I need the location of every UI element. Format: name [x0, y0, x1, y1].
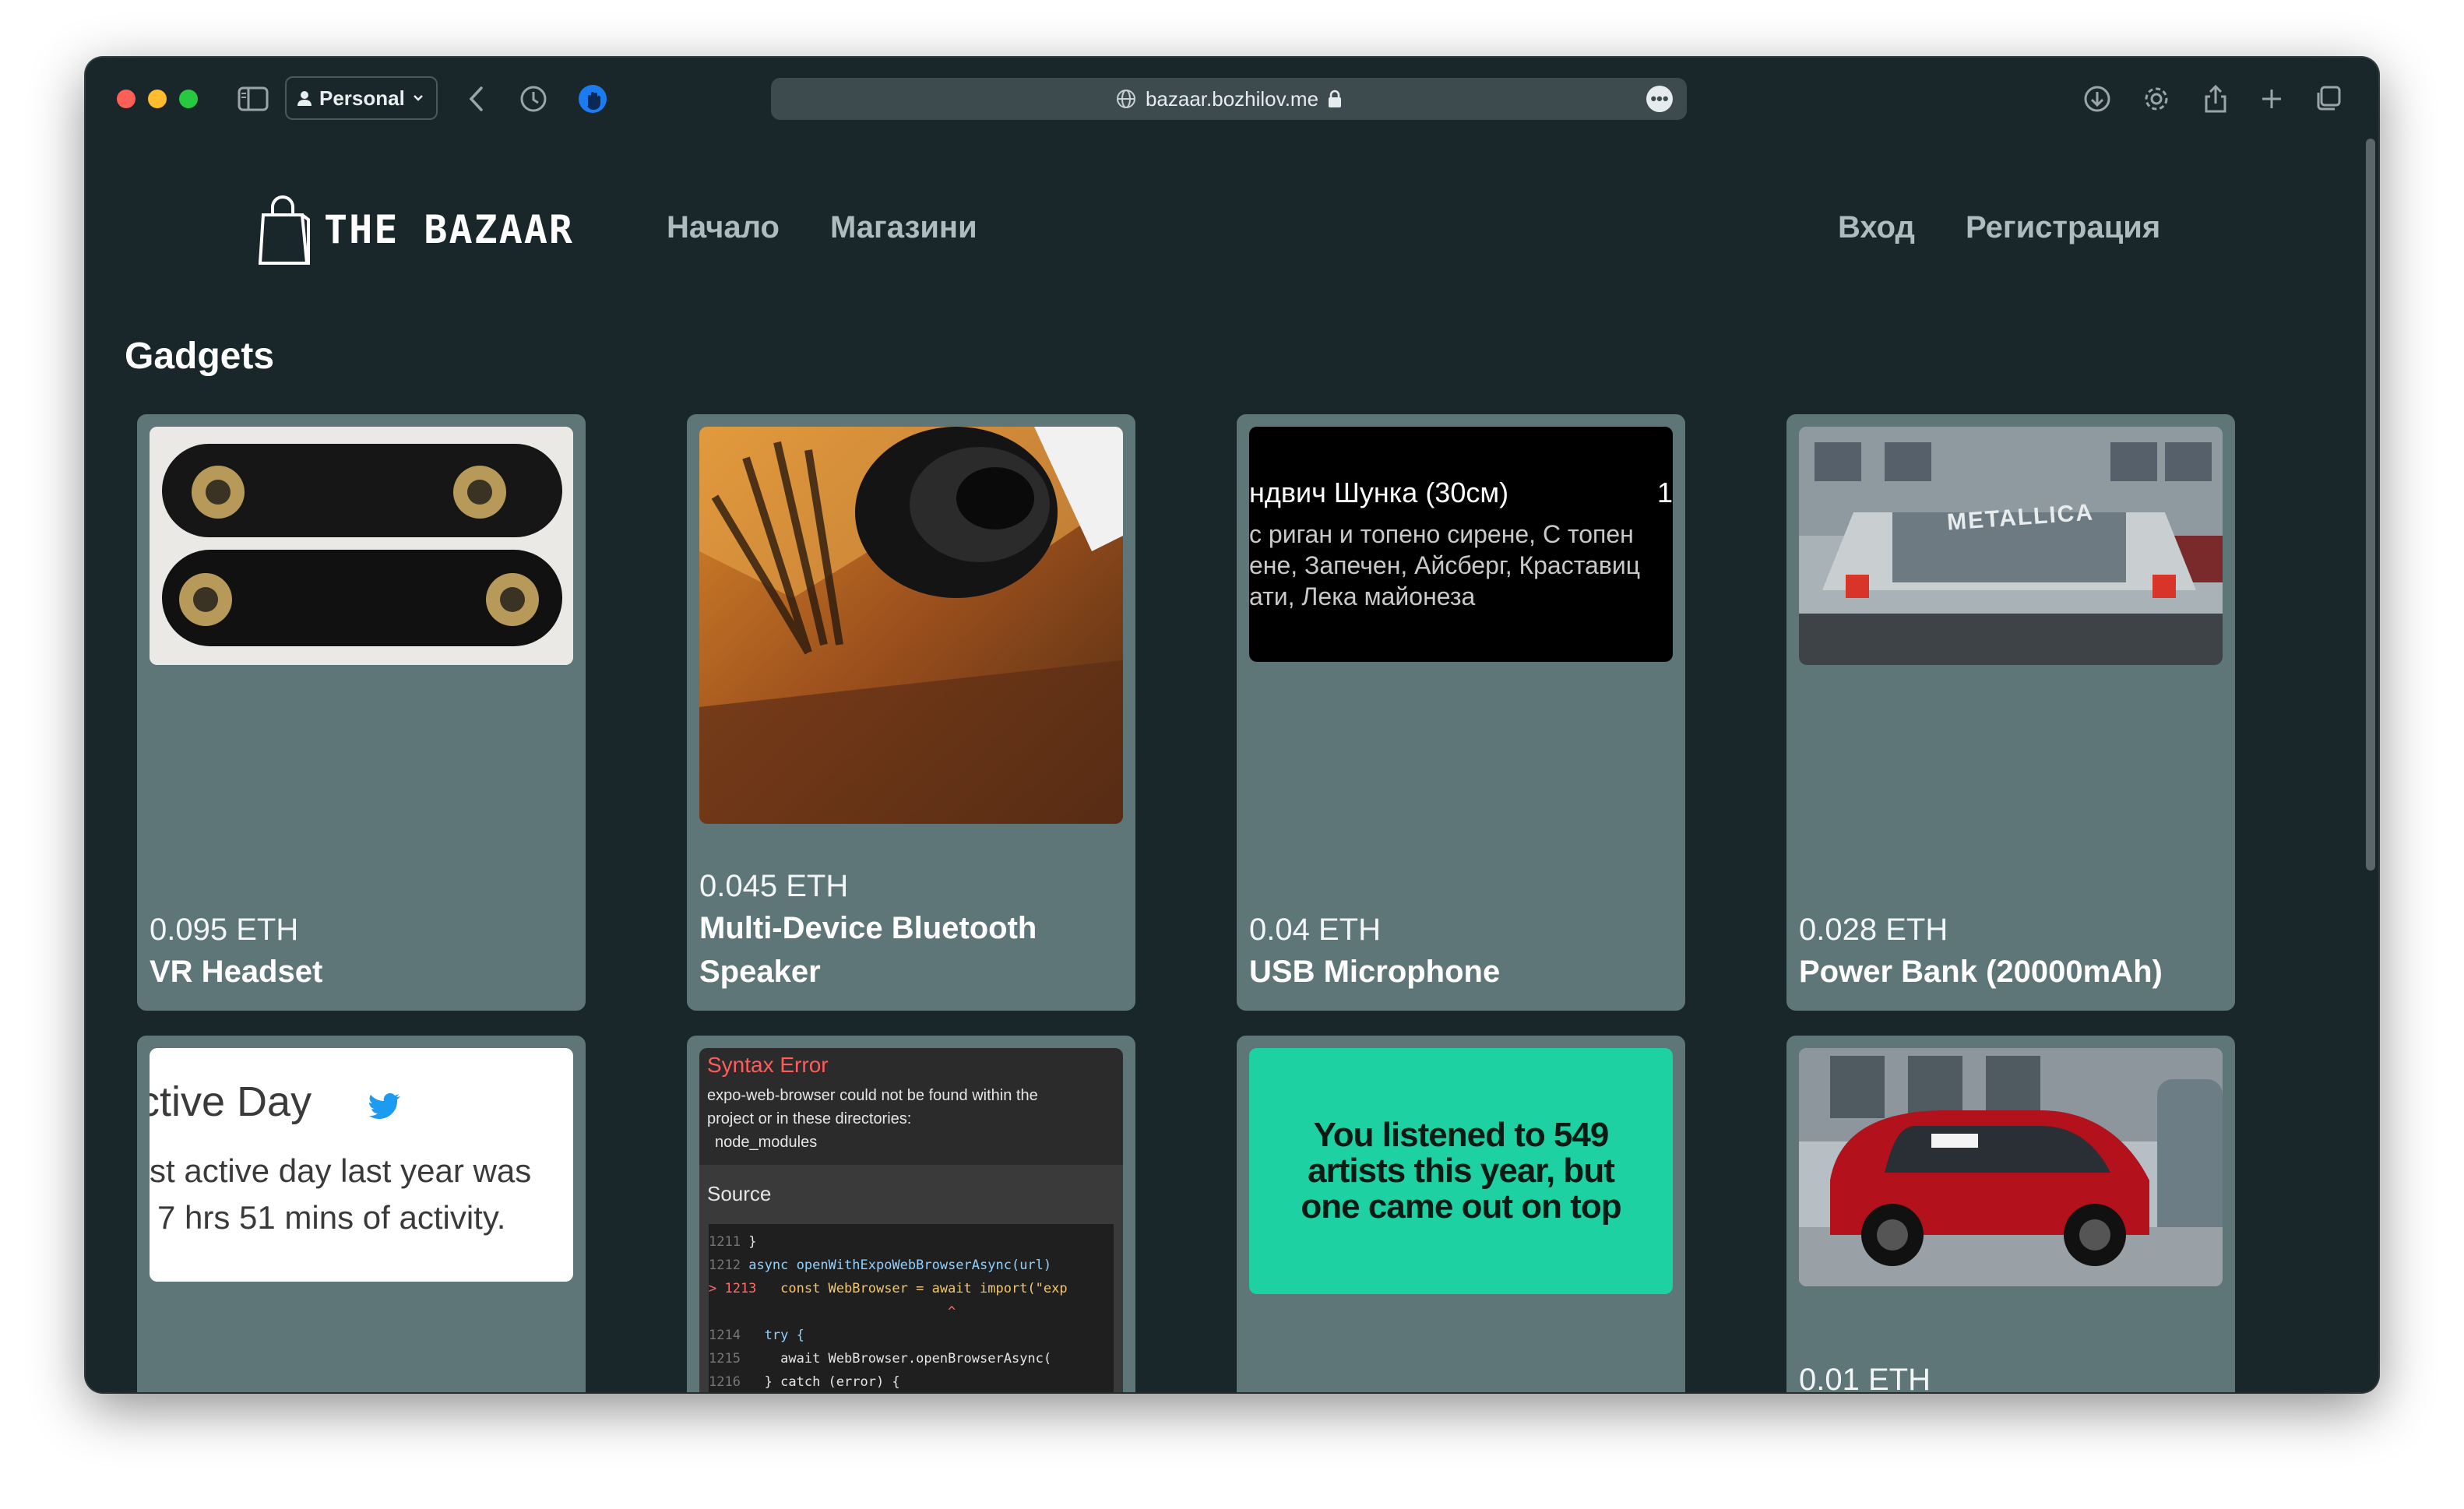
back-icon[interactable]: [458, 81, 494, 117]
product-card[interactable]: ctive Day st active day last year was 7 …: [137, 1036, 586, 1392]
product-image: [699, 427, 1123, 824]
nav-stores-link[interactable]: Магазини: [830, 210, 977, 245]
product-image: METALLICA: [1799, 427, 2223, 665]
browser-window: Personal bazaar.bozhilov.me ••• THE BAZA…: [86, 58, 2378, 1392]
twitter-bird-icon: [369, 1093, 400, 1119]
product-price: 0.01 ETH: [1799, 1363, 1931, 1392]
product-price: 0.095 ETH: [150, 913, 299, 947]
zoom-window-button[interactable]: [179, 90, 198, 108]
product-price: 0.045 ETH: [699, 869, 849, 903]
new-tab-icon[interactable]: [2254, 81, 2290, 117]
shopping-bag-icon: [259, 195, 310, 265]
section-title: Gadgets: [125, 336, 275, 377]
address-text: bazaar.bozhilov.me: [1145, 86, 1319, 111]
image-error-title: Syntax Error: [707, 1053, 829, 1077]
product-name: Power Bank (20000mAh): [1799, 955, 2163, 989]
image-menu-line: ене, Запечен, Айсберг, Краставиц: [1249, 551, 1641, 579]
browser-toolbar: Personal bazaar.bozhilov.me •••: [86, 58, 2378, 139]
image-error-source: Source: [707, 1182, 772, 1205]
globe-icon: [1116, 90, 1135, 108]
image-tweet-line: st active day last year was: [150, 1152, 532, 1189]
product-name: VR Headset: [150, 955, 323, 989]
address-bar[interactable]: bazaar.bozhilov.me •••: [771, 78, 1687, 120]
page-menu-button[interactable]: •••: [1646, 86, 1673, 112]
product-name: USB Microphone: [1249, 955, 1501, 989]
product-card-vr-headset[interactable]: 0.095 ETH VR Headset: [137, 414, 586, 1011]
minimize-window-button[interactable]: [148, 90, 167, 108]
product-image: Syntax Error expo-web-browser could not …: [699, 1048, 1123, 1392]
sidebar-toggle-icon[interactable]: [235, 81, 271, 117]
nav-register-link[interactable]: Регистрация: [1966, 210, 2160, 245]
product-card-usb-microphone[interactable]: ндвич Шунка (30см) 1 с риган и топено си…: [1237, 414, 1685, 1011]
logo-text: THE BAZAAR: [324, 207, 575, 252]
gear-icon[interactable]: [2138, 81, 2174, 117]
history-clock-icon[interactable]: [516, 81, 551, 117]
image-menu-count: 1: [1656, 477, 1673, 508]
product-price: 0.04 ETH: [1249, 913, 1381, 947]
image-menu-line: с риган и топено сирене, С топен: [1249, 520, 1634, 548]
page-scrollbar[interactable]: [2366, 139, 2375, 871]
product-card[interactable]: Syntax Error expo-web-browser could not …: [687, 1036, 1135, 1392]
lock-icon: [1329, 90, 1342, 107]
close-window-button[interactable]: [117, 90, 136, 108]
tab-overview-icon[interactable]: [2310, 81, 2346, 117]
chevron-down-icon: [413, 95, 423, 101]
page-content: THE BAZAAR Начало Магазини Вход Регистра…: [86, 139, 2378, 1392]
image-menu-line: ати, Лека майонеза: [1249, 582, 1476, 610]
product-image: [150, 427, 573, 665]
profile-selector[interactable]: Personal: [285, 76, 438, 120]
product-card[interactable]: 0.01 ETH: [1786, 1036, 2235, 1392]
product-card-power-bank[interactable]: METALLICA 0.028 ETH Power Bank (20000mAh…: [1786, 414, 2235, 1011]
product-image: [1799, 1048, 2223, 1286]
person-icon: [297, 91, 312, 106]
share-icon[interactable]: [2198, 81, 2233, 117]
image-error-line: expo-web-browser could not be found with…: [707, 1087, 1038, 1104]
nav-home-link[interactable]: Начало: [667, 210, 780, 245]
product-image: ctive Day st active day last year was 7 …: [150, 1048, 573, 1282]
nav-login-link[interactable]: Вход: [1838, 210, 1915, 245]
image-tweet-title: ctive Day: [150, 1078, 312, 1125]
downloads-icon[interactable]: [2079, 81, 2115, 117]
image-error-line: project or in these directories:: [707, 1110, 912, 1127]
product-card-bluetooth-speaker[interactable]: 0.045 ETH Multi-Device Bluetooth Speaker: [687, 414, 1135, 1011]
product-image: You listened to 549 artists this year, b…: [1249, 1048, 1673, 1294]
profile-label: Personal: [319, 86, 405, 110]
image-code-block: 1211 } 1212 async openWithExpoWebBrowser…: [709, 1224, 1114, 1392]
privacy-extension-icon[interactable]: [575, 81, 611, 117]
product-card[interactable]: You listened to 549 artists this year, b…: [1237, 1036, 1685, 1392]
image-error-line: node_modules: [715, 1134, 818, 1151]
image-tweet-line: 7 hrs 51 mins of activity.: [157, 1199, 506, 1236]
image-menu-title: ндвич Шунка (30см): [1249, 477, 1509, 508]
product-name: Multi-Device Bluetooth Speaker: [699, 911, 1037, 989]
product-price: 0.028 ETH: [1799, 913, 1948, 947]
image-spotify-text: You listened to 549 artists this year, b…: [1301, 1116, 1621, 1226]
site-logo[interactable]: THE BAZAAR: [259, 195, 574, 265]
product-image: ндвич Шунка (30см) 1 с риган и топено си…: [1249, 427, 1673, 662]
